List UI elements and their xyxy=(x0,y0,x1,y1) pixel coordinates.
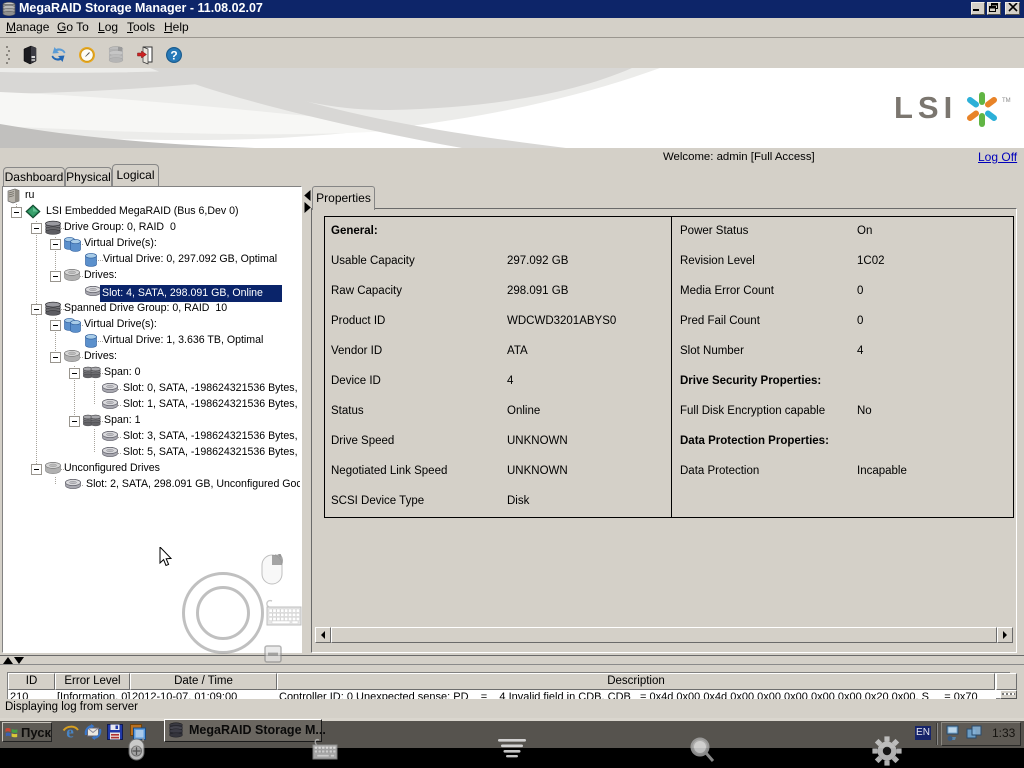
svg-text:TM: TM xyxy=(1002,98,1011,104)
svg-text:?: ? xyxy=(170,49,177,63)
